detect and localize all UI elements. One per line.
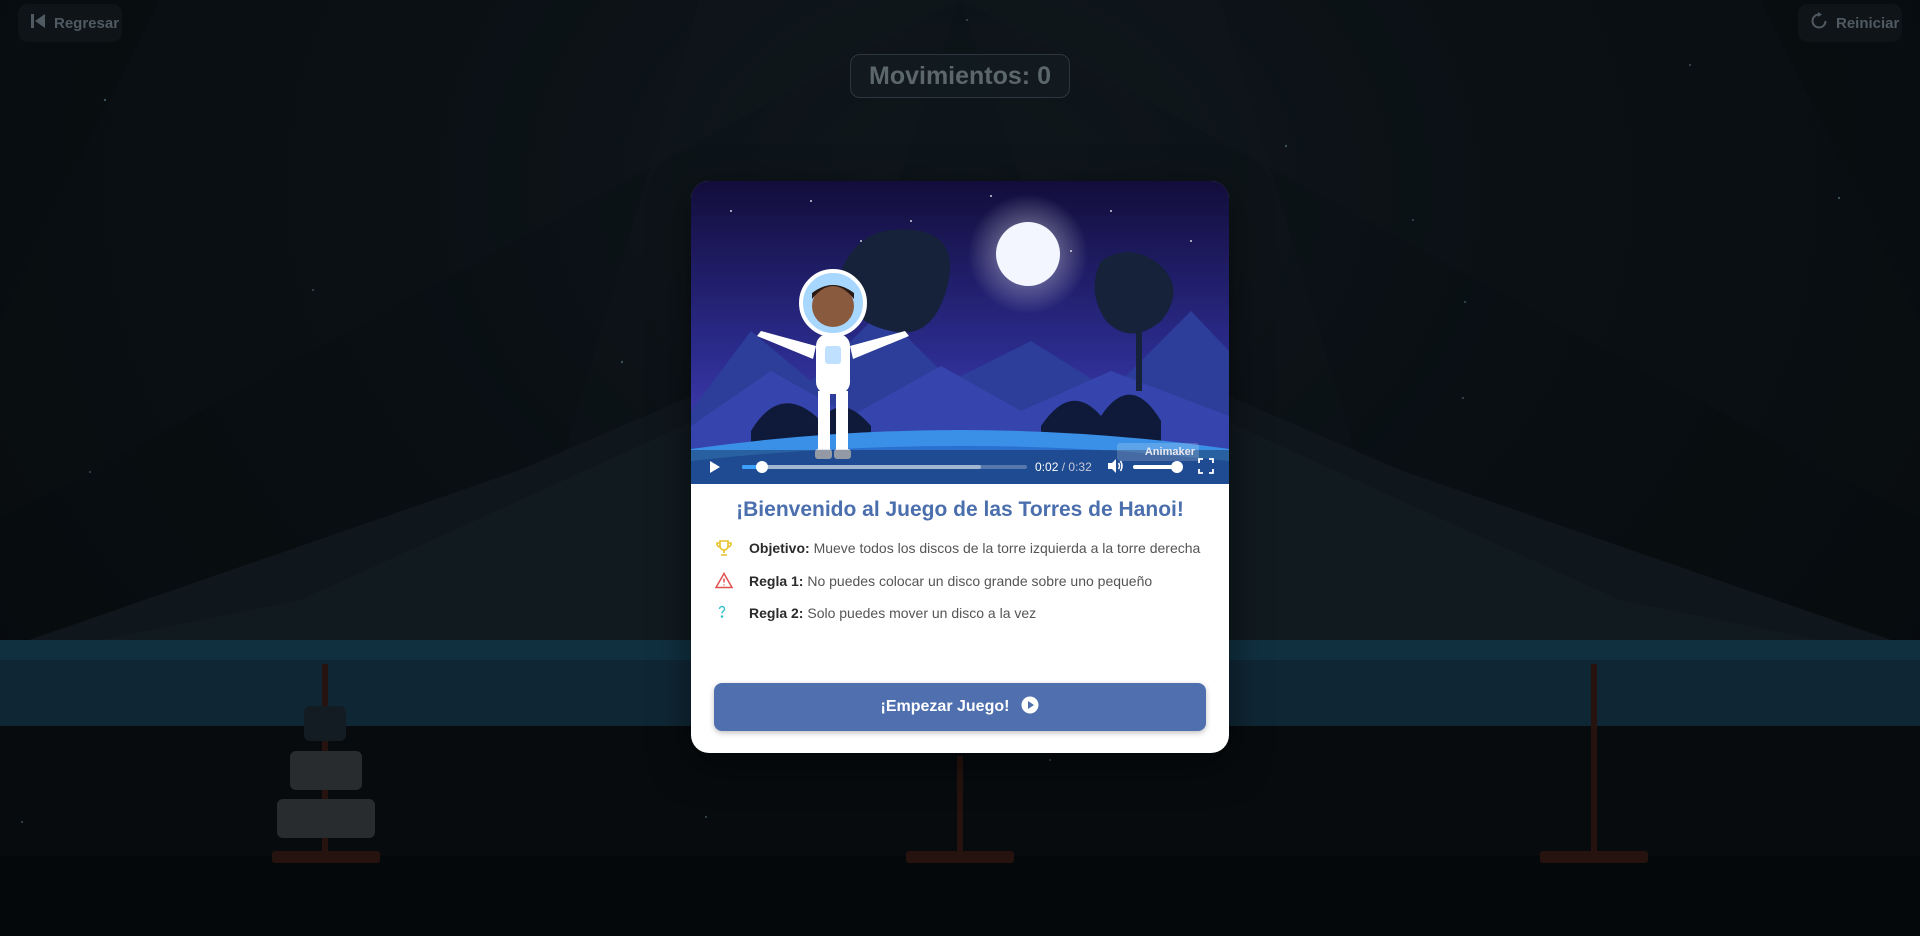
video-time: 0:02 / 0:32	[1035, 460, 1092, 474]
start-game-button[interactable]: ¡Empezar Juego!	[714, 683, 1206, 731]
skip-back-icon	[30, 13, 46, 33]
start-game-label: ¡Empezar Juego!	[880, 698, 1010, 715]
mute-button[interactable]	[1106, 457, 1125, 477]
refresh-icon	[1810, 12, 1828, 34]
video-frame-image	[691, 181, 1229, 484]
back-label: Regresar	[54, 14, 120, 32]
video-progress-bar[interactable]	[742, 461, 1028, 473]
back-button[interactable]: Regresar	[18, 4, 122, 42]
current-time: 0:02	[1035, 460, 1059, 474]
volume-thumb[interactable]	[1170, 461, 1183, 473]
fullscreen-icon	[1197, 458, 1214, 474]
moves-count: 0	[1037, 61, 1051, 90]
progress-thumb[interactable]	[756, 461, 769, 473]
intro-video[interactable]: Animaker 0:02 / 0:32	[691, 181, 1229, 484]
welcome-modal: Animaker 0:02 / 0:32 ¡Bienvenido al Jueg…	[691, 181, 1229, 753]
moves-counter: Movimientos: 0	[850, 54, 1070, 98]
play-icon	[709, 461, 720, 473]
restart-button[interactable]: Reiniciar	[1798, 4, 1902, 42]
warning-icon	[715, 571, 749, 589]
modal-title: ¡Bienvenido al Juego de las Torres de Ha…	[736, 498, 1184, 521]
volume-icon	[1107, 459, 1123, 473]
fullscreen-button[interactable]	[1197, 458, 1215, 476]
volume-slider[interactable]	[1133, 461, 1183, 473]
play-button[interactable]	[705, 457, 724, 477]
rule-1: Regla 1: No puedes colocar un disco gran…	[715, 571, 1207, 591]
moves-label: Movimientos:	[869, 61, 1031, 90]
rules-list: Objetivo: Mueve todos los discos de la t…	[715, 538, 1207, 623]
rule-1-text: Regla 1: No puedes colocar un disco gran…	[749, 573, 1153, 589]
rule-objective: Objetivo: Mueve todos los discos de la t…	[715, 538, 1207, 558]
video-controls: 0:02 / 0:32	[691, 450, 1229, 484]
play-circle-icon	[1021, 696, 1039, 719]
duration: 0:32	[1068, 460, 1092, 474]
time-separator: /	[1061, 460, 1066, 474]
rule-objective-text: Objetivo: Mueve todos los discos de la t…	[749, 540, 1201, 556]
trophy-icon	[715, 538, 749, 557]
rule-2: Regla 2: Solo puedes mover un disco a la…	[715, 603, 1207, 623]
restart-label: Reiniciar	[1836, 14, 1900, 32]
rule-2-text: Regla 2: Solo puedes mover un disco a la…	[749, 605, 1037, 621]
progress-buffer	[742, 465, 982, 469]
question-icon	[715, 603, 749, 620]
